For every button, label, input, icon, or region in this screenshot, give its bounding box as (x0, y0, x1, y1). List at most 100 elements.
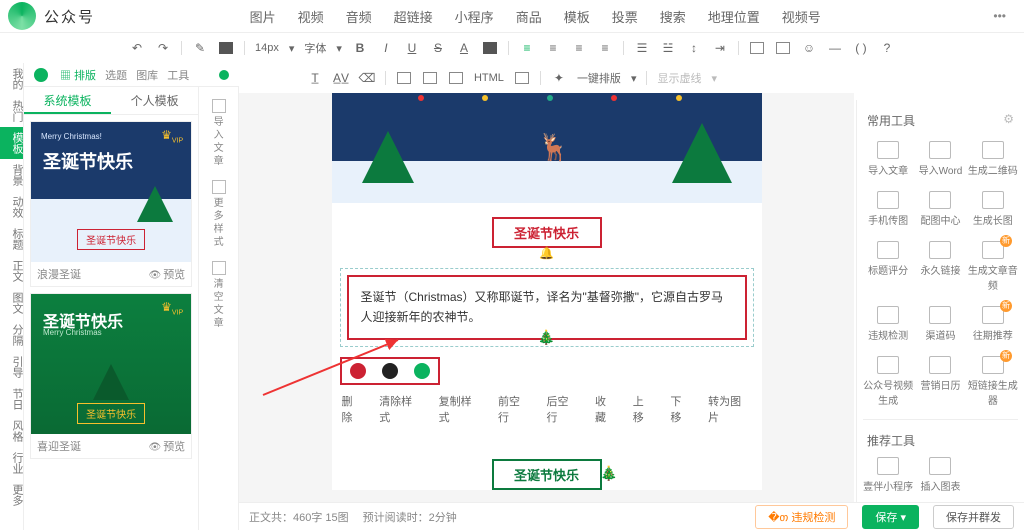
link-icon[interactable]: — (827, 40, 843, 56)
box3-icon[interactable] (449, 72, 463, 84)
mode-选题[interactable]: 选题 (105, 70, 130, 82)
mode-排版[interactable]: ▦ 排版 (60, 70, 99, 82)
op-下移[interactable]: 下移 (670, 393, 692, 425)
box2-icon[interactable] (423, 72, 437, 84)
undo-icon[interactable]: ↶ (129, 40, 145, 56)
tool-手机传图[interactable]: 手机传图 (863, 187, 913, 231)
fontsize-select[interactable]: 14px (255, 42, 279, 54)
insert-视频[interactable]: 视频 (298, 7, 324, 26)
mode-图库[interactable]: 图库 (136, 70, 161, 82)
show-grid[interactable]: 显示虚线 (657, 70, 701, 86)
tool-导入文章[interactable]: 导入文章 (863, 137, 913, 181)
save-publish-button[interactable]: 保存并群发 (933, 505, 1014, 529)
insert-商品[interactable]: 商品 (516, 7, 542, 26)
tab-user-templates[interactable]: 个人模板 (111, 87, 198, 114)
box1-icon[interactable] (397, 72, 411, 84)
sidetool-更多样式[interactable]: 更多样式 (199, 174, 238, 255)
rail-动效[interactable]: 动效 (0, 191, 23, 223)
list-ul-icon[interactable]: ☰ (634, 40, 650, 56)
color-green[interactable] (414, 363, 430, 379)
rail-分隔[interactable]: 分隔 (0, 319, 23, 351)
tool-违规检测[interactable]: 违规检测 (863, 302, 913, 346)
box4-icon[interactable] (515, 72, 529, 84)
tool-生成长图[interactable]: 生成长图 (968, 187, 1018, 231)
redo-icon[interactable]: ↷ (155, 40, 171, 56)
rail-节日[interactable]: 节日 (0, 383, 23, 415)
align-justify-icon[interactable]: ≡ (597, 40, 613, 56)
fontcolor-icon[interactable]: A (456, 40, 472, 56)
tab-system-templates[interactable]: 系统模板 (24, 87, 111, 114)
align-right-icon[interactable]: ≡ (571, 40, 587, 56)
insert-音频[interactable]: 音频 (346, 7, 372, 26)
tool-短链接生成器[interactable]: 短链接生成器新 (968, 352, 1018, 411)
op-复制样式[interactable]: 复制样式 (439, 393, 482, 425)
rail-背景[interactable]: 背景 (0, 159, 23, 191)
color-picker-row[interactable] (340, 357, 440, 385)
op-后空行[interactable]: 后空行 (547, 393, 580, 425)
clear-icon[interactable]: ⌫ (359, 70, 375, 86)
tool-永久链接[interactable]: 永久链接 (915, 237, 965, 296)
list-ol-icon[interactable]: ☱ (660, 40, 676, 56)
underline-icon[interactable]: U (404, 40, 420, 56)
wand-icon[interactable]: ✦ (551, 70, 567, 86)
color-black[interactable] (382, 363, 398, 379)
rail-我的[interactable]: 我的 (0, 63, 23, 95)
tool-往期推荐[interactable]: 往期推荐新 (968, 302, 1018, 346)
more-icon[interactable]: ••• (975, 9, 1024, 23)
format-painter-icon[interactable]: ✎ (192, 40, 208, 56)
template-card[interactable]: Merry Christmas♛VIP圣诞节快乐圣诞节快乐喜迎圣诞预览 (30, 293, 192, 459)
sidetool-导入文章[interactable]: 导入文章 (199, 93, 238, 174)
gear-icon[interactable]: ⚙ (1003, 112, 1014, 129)
rail-正文[interactable]: 正文 (0, 255, 23, 287)
op-清除样式[interactable]: 清除样式 (379, 393, 422, 425)
save-button[interactable]: 保存 ▾ (862, 505, 919, 529)
insert-模板[interactable]: 模板 (564, 7, 590, 26)
tool-壹伴小程序[interactable]: 壹伴小程序 (863, 453, 913, 497)
bold-icon[interactable]: B (352, 40, 368, 56)
onekey-layout[interactable]: 一键排版 (577, 70, 621, 86)
template-card[interactable]: Merry Christmas!♛VIP圣诞节快乐圣诞节快乐浪漫圣诞预览 (30, 121, 192, 287)
italic-icon[interactable]: I (378, 40, 394, 56)
tool-导入Word[interactable]: 导入Word (915, 137, 965, 181)
rail-引导[interactable]: 引导 (0, 351, 23, 383)
insert-超链接[interactable]: 超链接 (394, 7, 433, 26)
tool-公众号视频生成[interactable]: 公众号视频生成 (863, 352, 913, 411)
rail-热门[interactable]: 热门 (0, 95, 23, 127)
tool-生成文章音频[interactable]: 生成文章音频新 (968, 237, 1018, 296)
op-收藏[interactable]: 收藏 (595, 393, 617, 425)
title-badge-red[interactable]: 圣诞节快乐 (492, 217, 602, 248)
rail-更多[interactable]: 更多 (0, 479, 23, 511)
title-badge-green[interactable]: 圣诞节快乐🎄 (492, 459, 602, 490)
mode-工具[interactable]: 工具 (167, 70, 189, 82)
spacing-icon[interactable]: A̲V̲ (333, 70, 349, 86)
tool-标题评分[interactable]: 标题评分 (863, 237, 913, 296)
preview-link[interactable]: 预览 (148, 266, 185, 282)
rail-风格[interactable]: 风格 (0, 415, 23, 447)
fontfamily-select[interactable]: 字体 (304, 40, 326, 56)
editor-canvas[interactable]: 🦌 圣诞节快乐 圣诞节（Christmas）又称耶诞节，译名为"基督弥撒"，它源… (239, 93, 854, 502)
tool-渠道码[interactable]: 渠道码 (915, 302, 965, 346)
selected-block[interactable]: 圣诞节（Christmas）又称耶诞节，译名为"基督弥撒"，它源自古罗马人迎接新… (340, 268, 754, 347)
op-上移[interactable]: 上移 (633, 393, 655, 425)
insert-图片[interactable]: 图片 (250, 7, 276, 26)
table-icon[interactable] (750, 42, 764, 54)
rail-行业[interactable]: 行业 (0, 447, 23, 479)
tool-插入图表[interactable]: 插入图表 (915, 453, 965, 497)
html-icon[interactable]: HTML (474, 72, 504, 84)
emoji-icon[interactable]: ☺ (801, 40, 817, 56)
preview-link[interactable]: 预览 (148, 438, 185, 454)
tool-配图中心[interactable]: 配图中心 (915, 187, 965, 231)
heading-icon[interactable]: T̲ (307, 70, 323, 86)
image-icon[interactable] (776, 42, 790, 54)
paragraph-box[interactable]: 圣诞节（Christmas）又称耶诞节，译名为"基督弥撒"，它源自古罗马人迎接新… (347, 275, 747, 340)
tool-营销日历[interactable]: 营销日历 (915, 352, 965, 411)
rail-标题[interactable]: 标题 (0, 223, 23, 255)
op-删除[interactable]: 删除 (342, 393, 364, 425)
op-前空行[interactable]: 前空行 (498, 393, 531, 425)
violation-check-button[interactable]: �თ 违规检测 (755, 505, 848, 529)
strike-icon[interactable]: S (430, 40, 446, 56)
tool-生成二维码[interactable]: 生成二维码 (968, 137, 1018, 181)
lineheight-icon[interactable]: ↕ (686, 40, 702, 56)
insert-地理位置[interactable]: 地理位置 (708, 7, 760, 26)
rail-图文[interactable]: 图文 (0, 287, 23, 319)
